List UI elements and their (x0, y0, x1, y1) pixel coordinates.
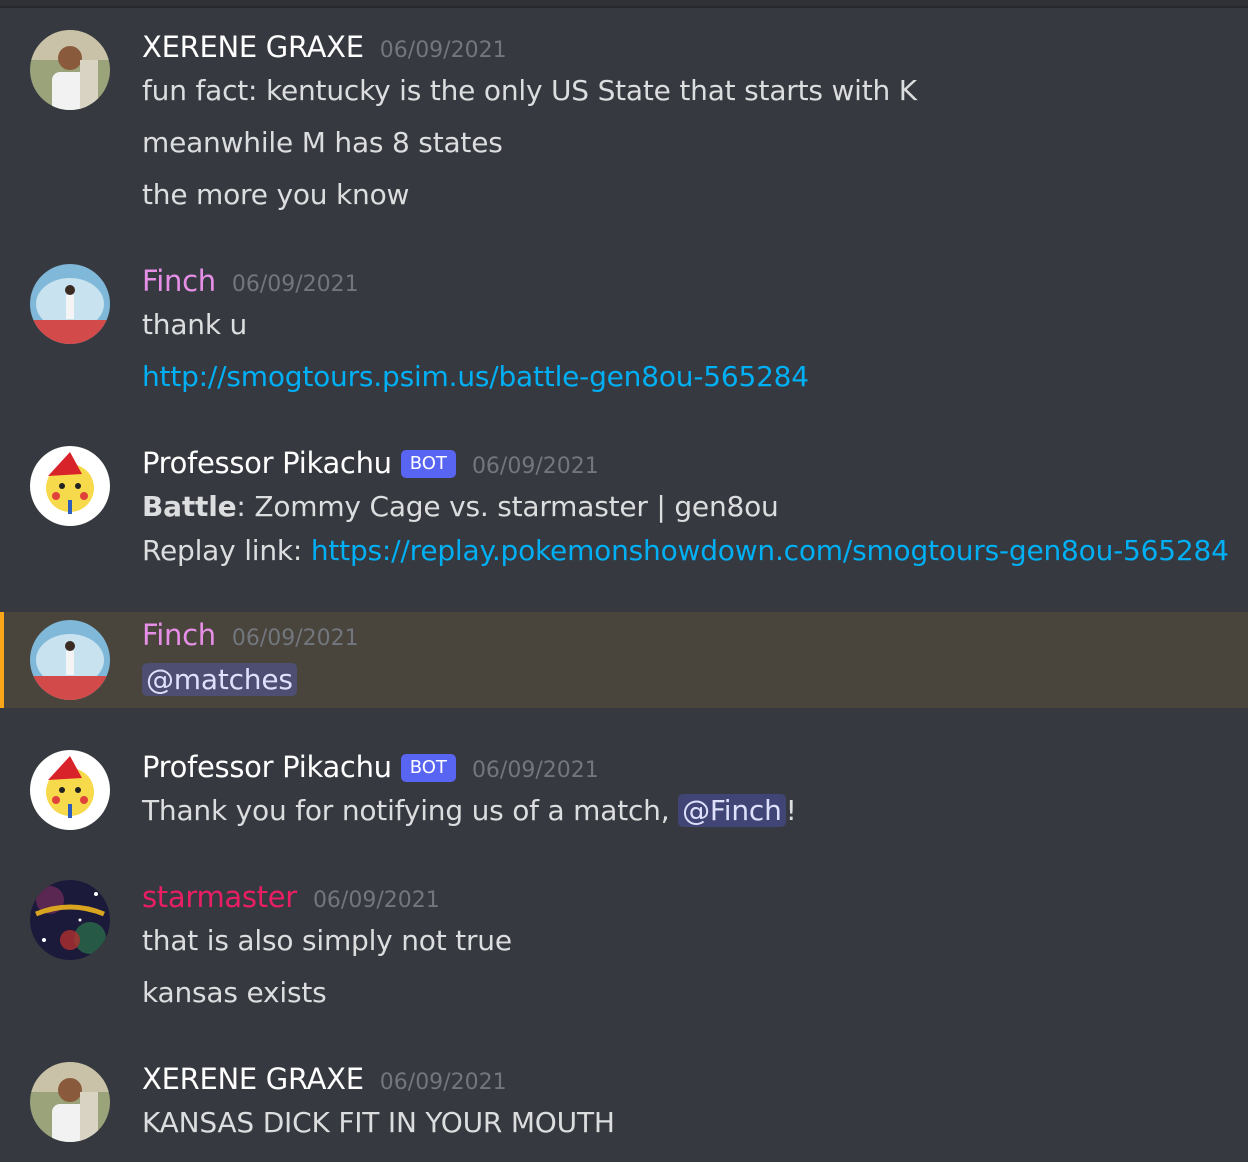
message-group: starmaster 06/09/2021 that is also simpl… (0, 850, 1248, 1040)
message-text: that is also simply not true (142, 924, 512, 957)
message-text: Thank you for notifying us of a match, @… (142, 793, 797, 829)
replay-label: Replay link: (142, 534, 311, 567)
avatar[interactable] (30, 30, 110, 110)
message-text: fun fact: kentucky is the only US State … (142, 74, 917, 107)
role-mention[interactable]: @matches (142, 663, 297, 696)
timestamp: 06/09/2021 (379, 38, 507, 63)
timestamp: 06/09/2021 (471, 758, 599, 783)
battle-text: : Zommy Cage vs. starmaster | gen8ou (236, 490, 779, 523)
battle-label: Battle (142, 490, 237, 523)
message-group: Finch 06/09/2021 thank u http://smogtour… (0, 240, 1248, 420)
message-text: kansas exists (142, 976, 327, 1009)
message-text: @matches (142, 662, 297, 698)
message-text: the more you know (142, 178, 410, 211)
avatar[interactable] (30, 750, 110, 830)
message-group: XERENE GRAXE 06/09/2021 fun fact: kentuc… (0, 0, 1248, 230)
message-text-part: Thank you for notifying us of a match, (142, 794, 679, 827)
avatar[interactable] (30, 880, 110, 960)
avatar[interactable] (30, 620, 110, 700)
message-group: XERENE GRAXE 06/09/2021 KANSAS DICK FIT … (0, 1040, 1248, 1162)
timestamp: 06/09/2021 (471, 454, 599, 479)
avatar[interactable] (30, 264, 110, 344)
message-link[interactable]: http://smogtours.psim.us/battle-gen8ou-5… (142, 359, 809, 395)
timestamp: 06/09/2021 (231, 626, 359, 651)
username[interactable]: Professor Pikachu (142, 446, 392, 480)
avatar[interactable] (30, 446, 110, 526)
username[interactable]: Finch (142, 618, 216, 652)
message-group: Professor Pikachu BOT 06/09/2021 Battle:… (0, 430, 1248, 600)
message-group: Professor Pikachu BOT 06/09/2021 Thank y… (0, 720, 1248, 850)
message-text: meanwhile M has 8 states (142, 126, 503, 159)
username[interactable]: Finch (142, 264, 216, 298)
username[interactable]: Professor Pikachu (142, 750, 392, 784)
username[interactable]: XERENE GRAXE (142, 1062, 364, 1096)
bot-tag: BOT (400, 450, 456, 478)
timestamp: 06/09/2021 (312, 888, 440, 913)
username[interactable]: XERENE GRAXE (142, 30, 364, 64)
message-group-mentioned: Finch 06/09/2021 @matches (0, 612, 1248, 708)
message-text: Battle: Zommy Cage vs. starmaster | gen8… (142, 489, 779, 525)
message-text: thank u (142, 308, 248, 341)
replay-link[interactable]: https://replay.pokemonshowdown.com/smogt… (311, 534, 1229, 567)
timestamp: 06/09/2021 (379, 1070, 507, 1095)
message-text-part: ! (785, 794, 797, 827)
user-mention[interactable]: @Finch (678, 794, 786, 827)
avatar[interactable] (30, 1062, 110, 1142)
message-text: Replay link: https://replay.pokemonshowd… (142, 533, 1229, 569)
message-text: KANSAS DICK FIT IN YOUR MOUTH (142, 1106, 615, 1139)
username[interactable]: starmaster (142, 880, 297, 914)
timestamp: 06/09/2021 (231, 272, 359, 297)
bot-tag: BOT (400, 754, 456, 782)
